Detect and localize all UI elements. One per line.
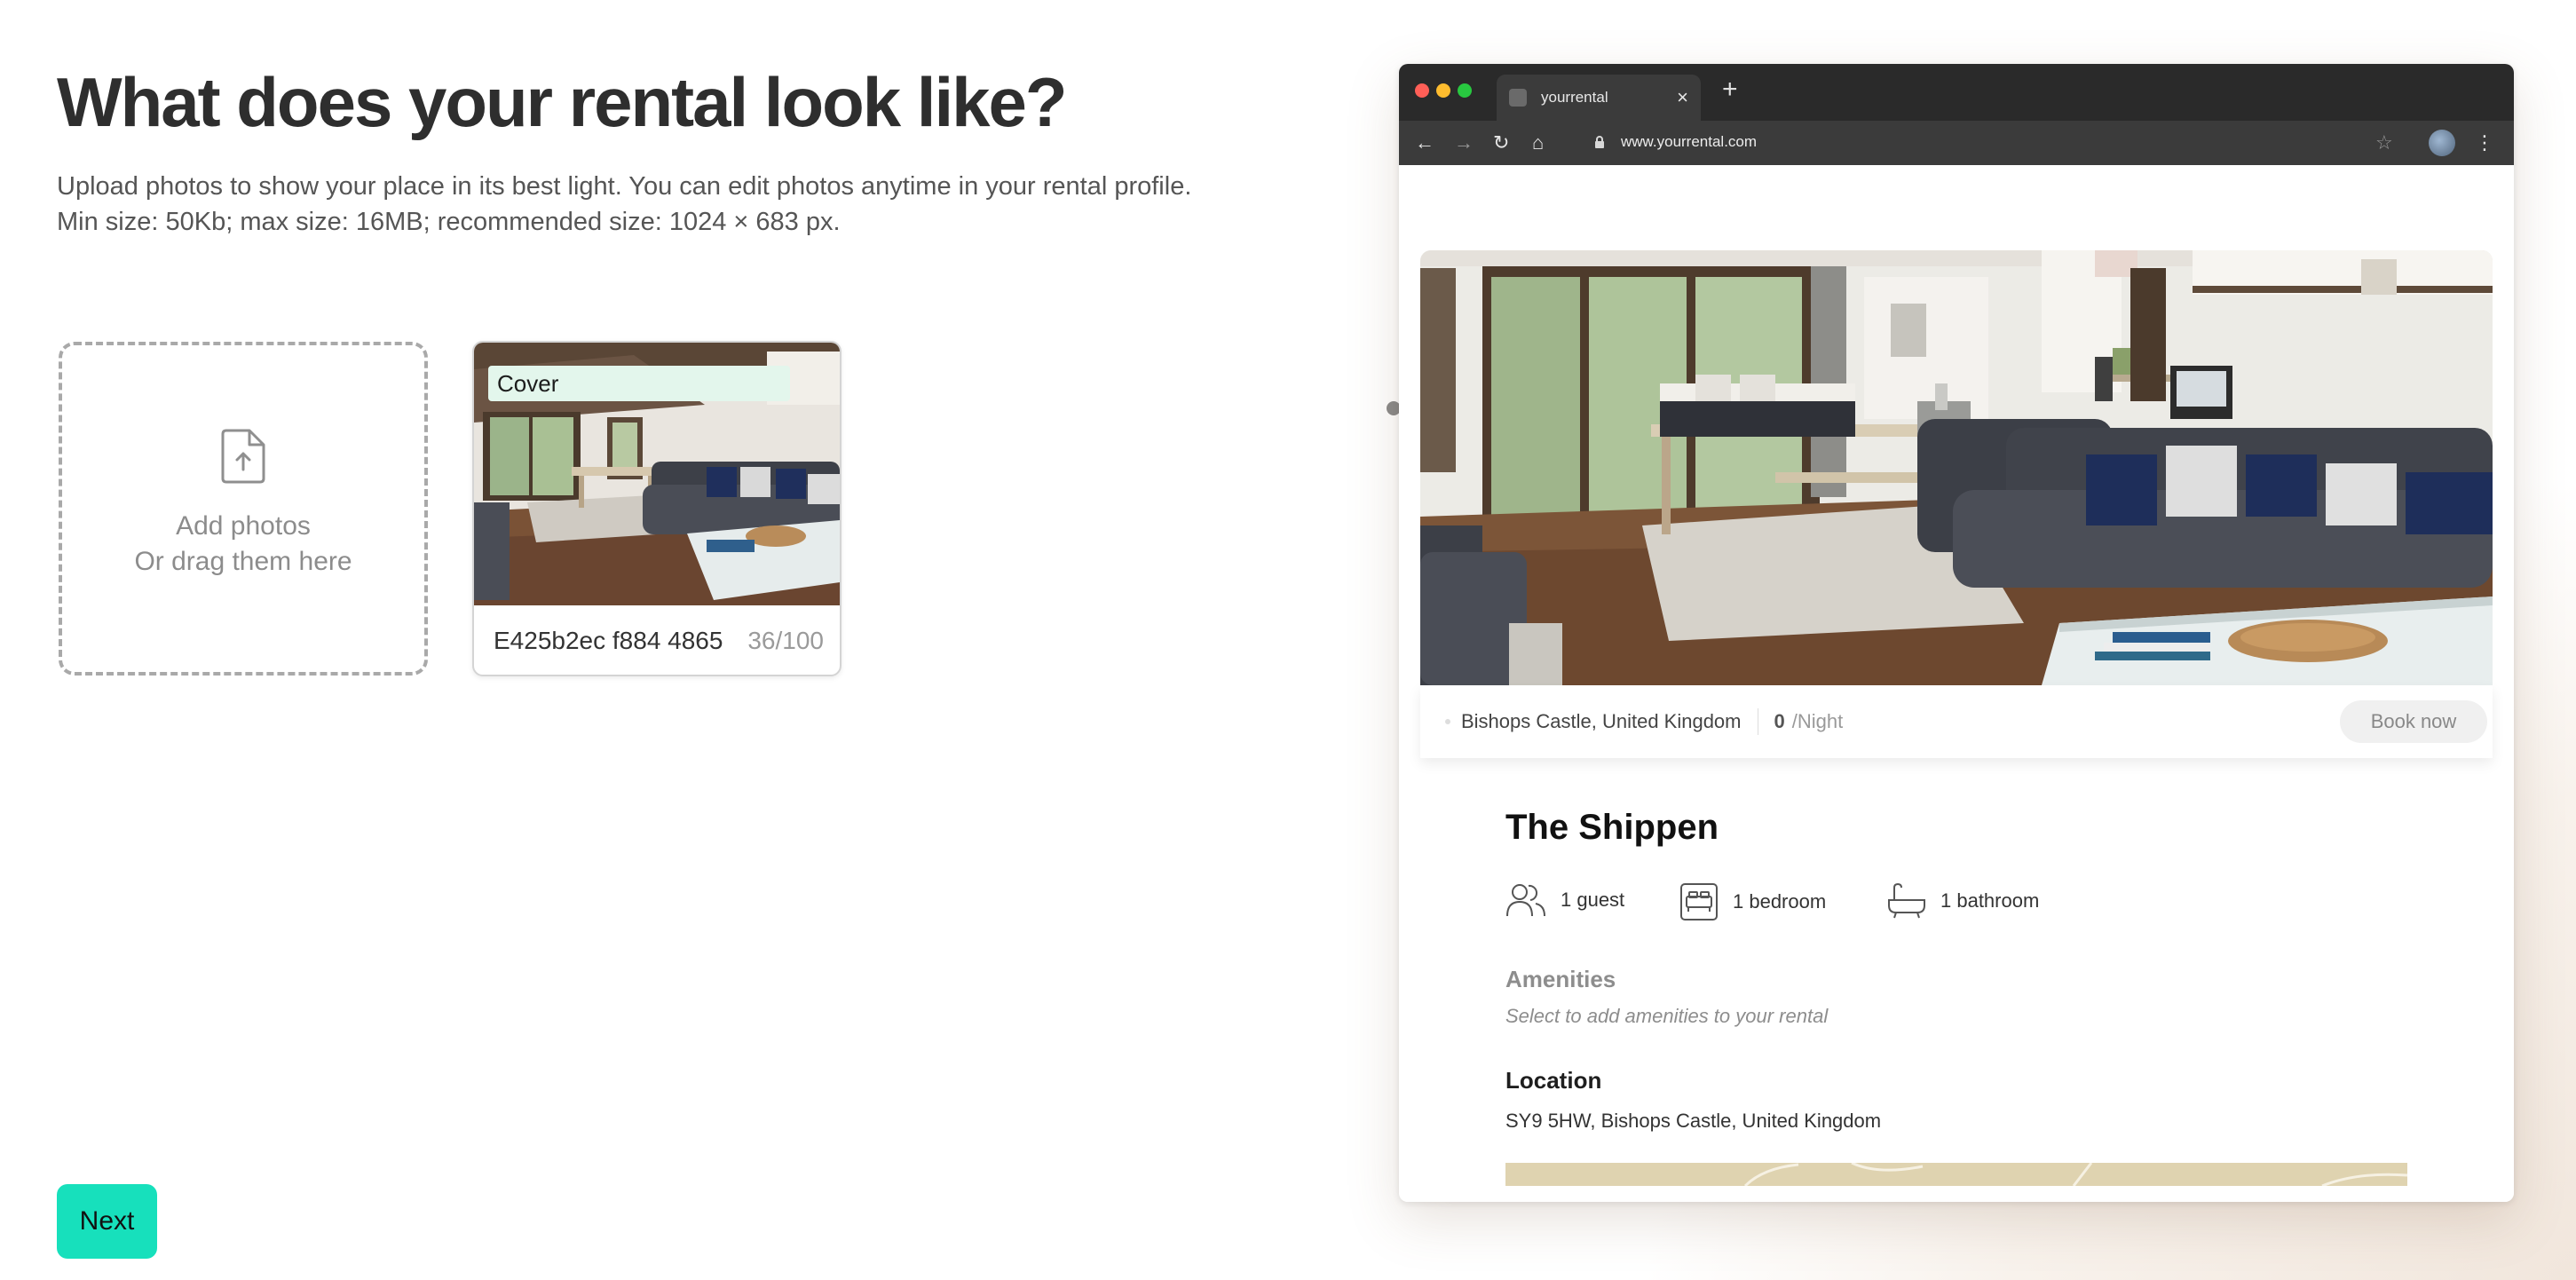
map-roads [1743,1163,2407,1186]
location-address: SY9 5HW, Bishops Castle, United Kingdom [1505,1110,1882,1132]
page-subtitle: Upload photos to show your place in its … [57,172,1192,236]
lock-icon [1595,136,1604,148]
file-upload-icon [221,429,265,484]
back-icon[interactable]: ← [1415,131,1434,154]
tab-title: yourrental [1541,89,1608,106]
home-icon[interactable]: ⌂ [1532,131,1544,154]
cover-badge: Cover [488,366,790,401]
photo-caption-input[interactable] [494,627,741,655]
page-title: What does your rental look like? [57,63,1068,141]
reload-icon[interactable]: ↻ [1493,131,1509,154]
drag-photos-label: Or drag them here [134,547,352,576]
tab-close-icon[interactable]: × [1677,86,1688,109]
bed-icon [1680,883,1718,920]
guests-feature: 1 guest [1505,882,1624,918]
photo-thumbnail[interactable]: Cover [474,343,840,605]
photo-card[interactable]: Cover 36/100 [472,341,842,676]
amenities-hint[interactable]: Select to add amenities to your rental [1505,1005,1828,1028]
amenities-heading: Amenities [1505,966,1616,992]
hero-image [1420,250,2493,685]
avatar[interactable] [2429,130,2455,156]
location-heading: Location [1505,1067,1602,1094]
bathtub-icon [1888,882,1925,919]
next-button[interactable]: Next [57,1184,157,1259]
price-unit: /Night [1791,710,1844,732]
bedrooms-label: 1 bedroom [1733,890,1827,913]
guests-label: 1 guest [1561,889,1625,911]
browser-preview: yourrental × + ← → ↻ ⌂ www.yourrental.co… [1399,64,2514,1202]
listing-location: Bishops Castle, United Kingdom [1461,710,1742,732]
location-pin-icon [1445,719,1450,724]
url-text[interactable]: www.yourrental.com [1621,133,1757,151]
listing-title: The Shippen [1505,808,1719,847]
add-photos-dropzone[interactable]: Add photos Or drag them here [59,342,428,676]
browser-address-bar: ← → ↻ ⌂ www.yourrental.com ☆ ⋮ [1399,121,2514,165]
caption-char-count: 36/100 [747,627,824,654]
bedrooms-feature: 1 bedroom [1679,882,1826,921]
add-photos-label: Add photos [176,511,311,541]
guests-icon [1506,884,1545,917]
minimize-window-dot[interactable] [1436,83,1450,98]
bookmark-star-icon[interactable]: ☆ [2375,131,2393,154]
location-map[interactable] [1505,1163,2407,1186]
browser-tab[interactable]: yourrental × [1497,75,1701,121]
more-icon[interactable]: ⋮ [2475,131,2494,154]
new-tab-icon[interactable]: + [1722,75,1738,105]
book-now-button[interactable]: Book now [2340,700,2487,743]
close-window-dot[interactable] [1415,83,1429,98]
rental-hero-photo [1420,250,2493,685]
maximize-window-dot[interactable] [1458,83,1472,98]
rental-preview-page: Bishops Castle, United Kingdom 0 /Night … [1399,165,2514,1202]
listing-info-bar: Bishops Castle, United Kingdom 0 /Night … [1420,685,2493,758]
forward-icon[interactable]: → [1454,131,1474,154]
listing-price: 0 [1774,710,1785,732]
bathrooms-label: 1 bathroom [1940,889,2040,912]
bathrooms-feature: 1 bathroom [1887,882,2039,920]
caption-row: 36/100 [474,605,840,675]
browser-tab-bar: yourrental × + [1399,64,2514,121]
favicon-icon [1509,89,1527,107]
